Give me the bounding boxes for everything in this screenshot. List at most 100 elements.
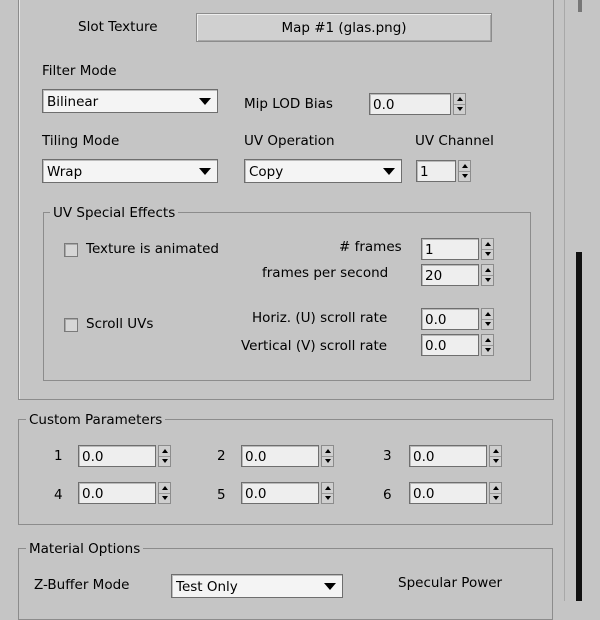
uv-operation-value: Copy bbox=[249, 164, 284, 180]
param-1-spinner[interactable] bbox=[158, 445, 171, 467]
spin-down-icon[interactable] bbox=[493, 459, 499, 463]
custom-parameters-group bbox=[18, 419, 553, 525]
spin-up-icon[interactable] bbox=[462, 164, 468, 168]
scrollbar-top[interactable] bbox=[578, 0, 582, 12]
fps-value: 20 bbox=[425, 268, 443, 284]
mip-lod-bias-spinner[interactable] bbox=[453, 93, 466, 115]
param-5-value: 0.0 bbox=[245, 486, 267, 502]
uv-channel-input[interactable]: 1 bbox=[416, 160, 456, 182]
tiling-mode-label: Tiling Mode bbox=[42, 133, 120, 149]
spin-up-icon[interactable] bbox=[485, 268, 491, 272]
tiling-mode-value: Wrap bbox=[47, 164, 83, 180]
horiz-scroll-rate-label: Horiz. (U) scroll rate bbox=[252, 310, 388, 326]
param-2-input[interactable]: 0.0 bbox=[241, 445, 319, 467]
spin-down-icon[interactable] bbox=[325, 459, 331, 463]
param-4-value: 0.0 bbox=[82, 486, 104, 502]
spin-down-icon[interactable] bbox=[485, 278, 491, 282]
spin-down-icon[interactable] bbox=[162, 459, 168, 463]
param-6-value: 0.0 bbox=[413, 486, 435, 502]
scroll-uvs-label: Scroll UVs bbox=[86, 316, 154, 332]
fps-input[interactable]: 20 bbox=[421, 264, 479, 286]
texture-animated-checkbox[interactable] bbox=[64, 243, 78, 257]
spin-up-icon[interactable] bbox=[485, 242, 491, 246]
param-4-spinner[interactable] bbox=[158, 482, 171, 504]
filter-mode-value: Bilinear bbox=[47, 94, 99, 110]
param-5-label: 5 bbox=[217, 487, 226, 503]
param-4-label: 4 bbox=[54, 487, 63, 503]
vert-scroll-rate-value: 0.0 bbox=[425, 338, 447, 354]
spin-up-icon[interactable] bbox=[162, 449, 168, 453]
zbuffer-mode-dropdown[interactable]: Test Only bbox=[171, 574, 343, 598]
chevron-down-icon bbox=[383, 168, 395, 175]
spin-down-icon[interactable] bbox=[485, 322, 491, 326]
param-1-value: 0.0 bbox=[82, 449, 104, 465]
tiling-mode-dropdown[interactable]: Wrap bbox=[42, 159, 218, 183]
spin-down-icon[interactable] bbox=[457, 107, 463, 111]
spin-down-icon[interactable] bbox=[162, 496, 168, 500]
frames-value: 1 bbox=[425, 242, 434, 258]
chevron-down-icon bbox=[199, 168, 211, 175]
spin-down-icon[interactable] bbox=[485, 348, 491, 352]
param-5-input[interactable]: 0.0 bbox=[241, 482, 319, 504]
param-5-spinner[interactable] bbox=[321, 482, 334, 504]
spin-up-icon[interactable] bbox=[325, 449, 331, 453]
scrollbar-thumb[interactable] bbox=[576, 252, 582, 601]
uv-channel-label: UV Channel bbox=[415, 133, 494, 149]
spin-up-icon[interactable] bbox=[493, 449, 499, 453]
param-6-input[interactable]: 0.0 bbox=[409, 482, 487, 504]
texture-animated-label: Texture is animated bbox=[86, 241, 219, 257]
horiz-scroll-rate-spinner[interactable] bbox=[481, 308, 494, 330]
spin-up-icon[interactable] bbox=[485, 338, 491, 342]
zbuffer-mode-label: Z-Buffer Mode bbox=[34, 577, 130, 593]
zbuffer-mode-value: Test Only bbox=[176, 579, 238, 595]
uv-special-effects-title: UV Special Effects bbox=[50, 205, 179, 221]
spin-up-icon[interactable] bbox=[162, 486, 168, 490]
spin-down-icon[interactable] bbox=[462, 174, 468, 178]
param-4-input[interactable]: 0.0 bbox=[78, 482, 156, 504]
horiz-scroll-rate-value: 0.0 bbox=[425, 312, 447, 328]
mip-lod-bias-input[interactable]: 0.0 bbox=[369, 93, 451, 115]
param-6-spinner[interactable] bbox=[489, 482, 502, 504]
spin-down-icon[interactable] bbox=[493, 496, 499, 500]
param-1-input[interactable]: 0.0 bbox=[78, 445, 156, 467]
uv-operation-label: UV Operation bbox=[244, 133, 335, 149]
scroll-uvs-checkbox[interactable] bbox=[64, 318, 78, 332]
fps-spinner[interactable] bbox=[481, 264, 494, 286]
slot-texture-label: Slot Texture bbox=[78, 19, 158, 35]
param-2-value: 0.0 bbox=[245, 449, 267, 465]
material-options-title: Material Options bbox=[26, 541, 144, 557]
slot-texture-button-label: Map #1 (glas.png) bbox=[281, 19, 407, 36]
param-1-label: 1 bbox=[54, 448, 63, 464]
frames-label: # frames bbox=[339, 239, 402, 255]
param-3-input[interactable]: 0.0 bbox=[409, 445, 487, 467]
frames-spinner[interactable] bbox=[481, 238, 494, 260]
spin-down-icon[interactable] bbox=[485, 252, 491, 256]
param-3-value: 0.0 bbox=[413, 449, 435, 465]
vert-scroll-rate-spinner[interactable] bbox=[481, 334, 494, 356]
frames-input[interactable]: 1 bbox=[421, 238, 479, 260]
mip-lod-bias-label: Mip LOD Bias bbox=[244, 96, 333, 112]
spin-up-icon[interactable] bbox=[457, 97, 463, 101]
spin-up-icon[interactable] bbox=[325, 486, 331, 490]
vert-scroll-rate-input[interactable]: 0.0 bbox=[421, 334, 479, 356]
slot-texture-button[interactable]: Map #1 (glas.png) bbox=[196, 13, 492, 42]
vert-scroll-rate-label: Vertical (V) scroll rate bbox=[241, 338, 388, 354]
uv-channel-spinner[interactable] bbox=[458, 160, 471, 182]
custom-parameters-title: Custom Parameters bbox=[26, 412, 166, 428]
param-2-label: 2 bbox=[217, 448, 226, 464]
spin-down-icon[interactable] bbox=[325, 496, 331, 500]
param-3-spinner[interactable] bbox=[489, 445, 502, 467]
chevron-down-icon bbox=[199, 98, 211, 105]
horiz-scroll-rate-input[interactable]: 0.0 bbox=[421, 308, 479, 330]
chevron-down-icon bbox=[324, 583, 336, 590]
param-6-label: 6 bbox=[383, 487, 392, 503]
uv-operation-dropdown[interactable]: Copy bbox=[244, 159, 402, 183]
uv-channel-value: 1 bbox=[420, 164, 429, 180]
specular-power-label: Specular Power bbox=[398, 575, 503, 591]
spin-up-icon[interactable] bbox=[485, 312, 491, 316]
filter-mode-dropdown[interactable]: Bilinear bbox=[42, 89, 218, 113]
param-3-label: 3 bbox=[383, 448, 392, 464]
param-2-spinner[interactable] bbox=[321, 445, 334, 467]
spin-up-icon[interactable] bbox=[493, 486, 499, 490]
fps-label: frames per second bbox=[262, 265, 389, 281]
